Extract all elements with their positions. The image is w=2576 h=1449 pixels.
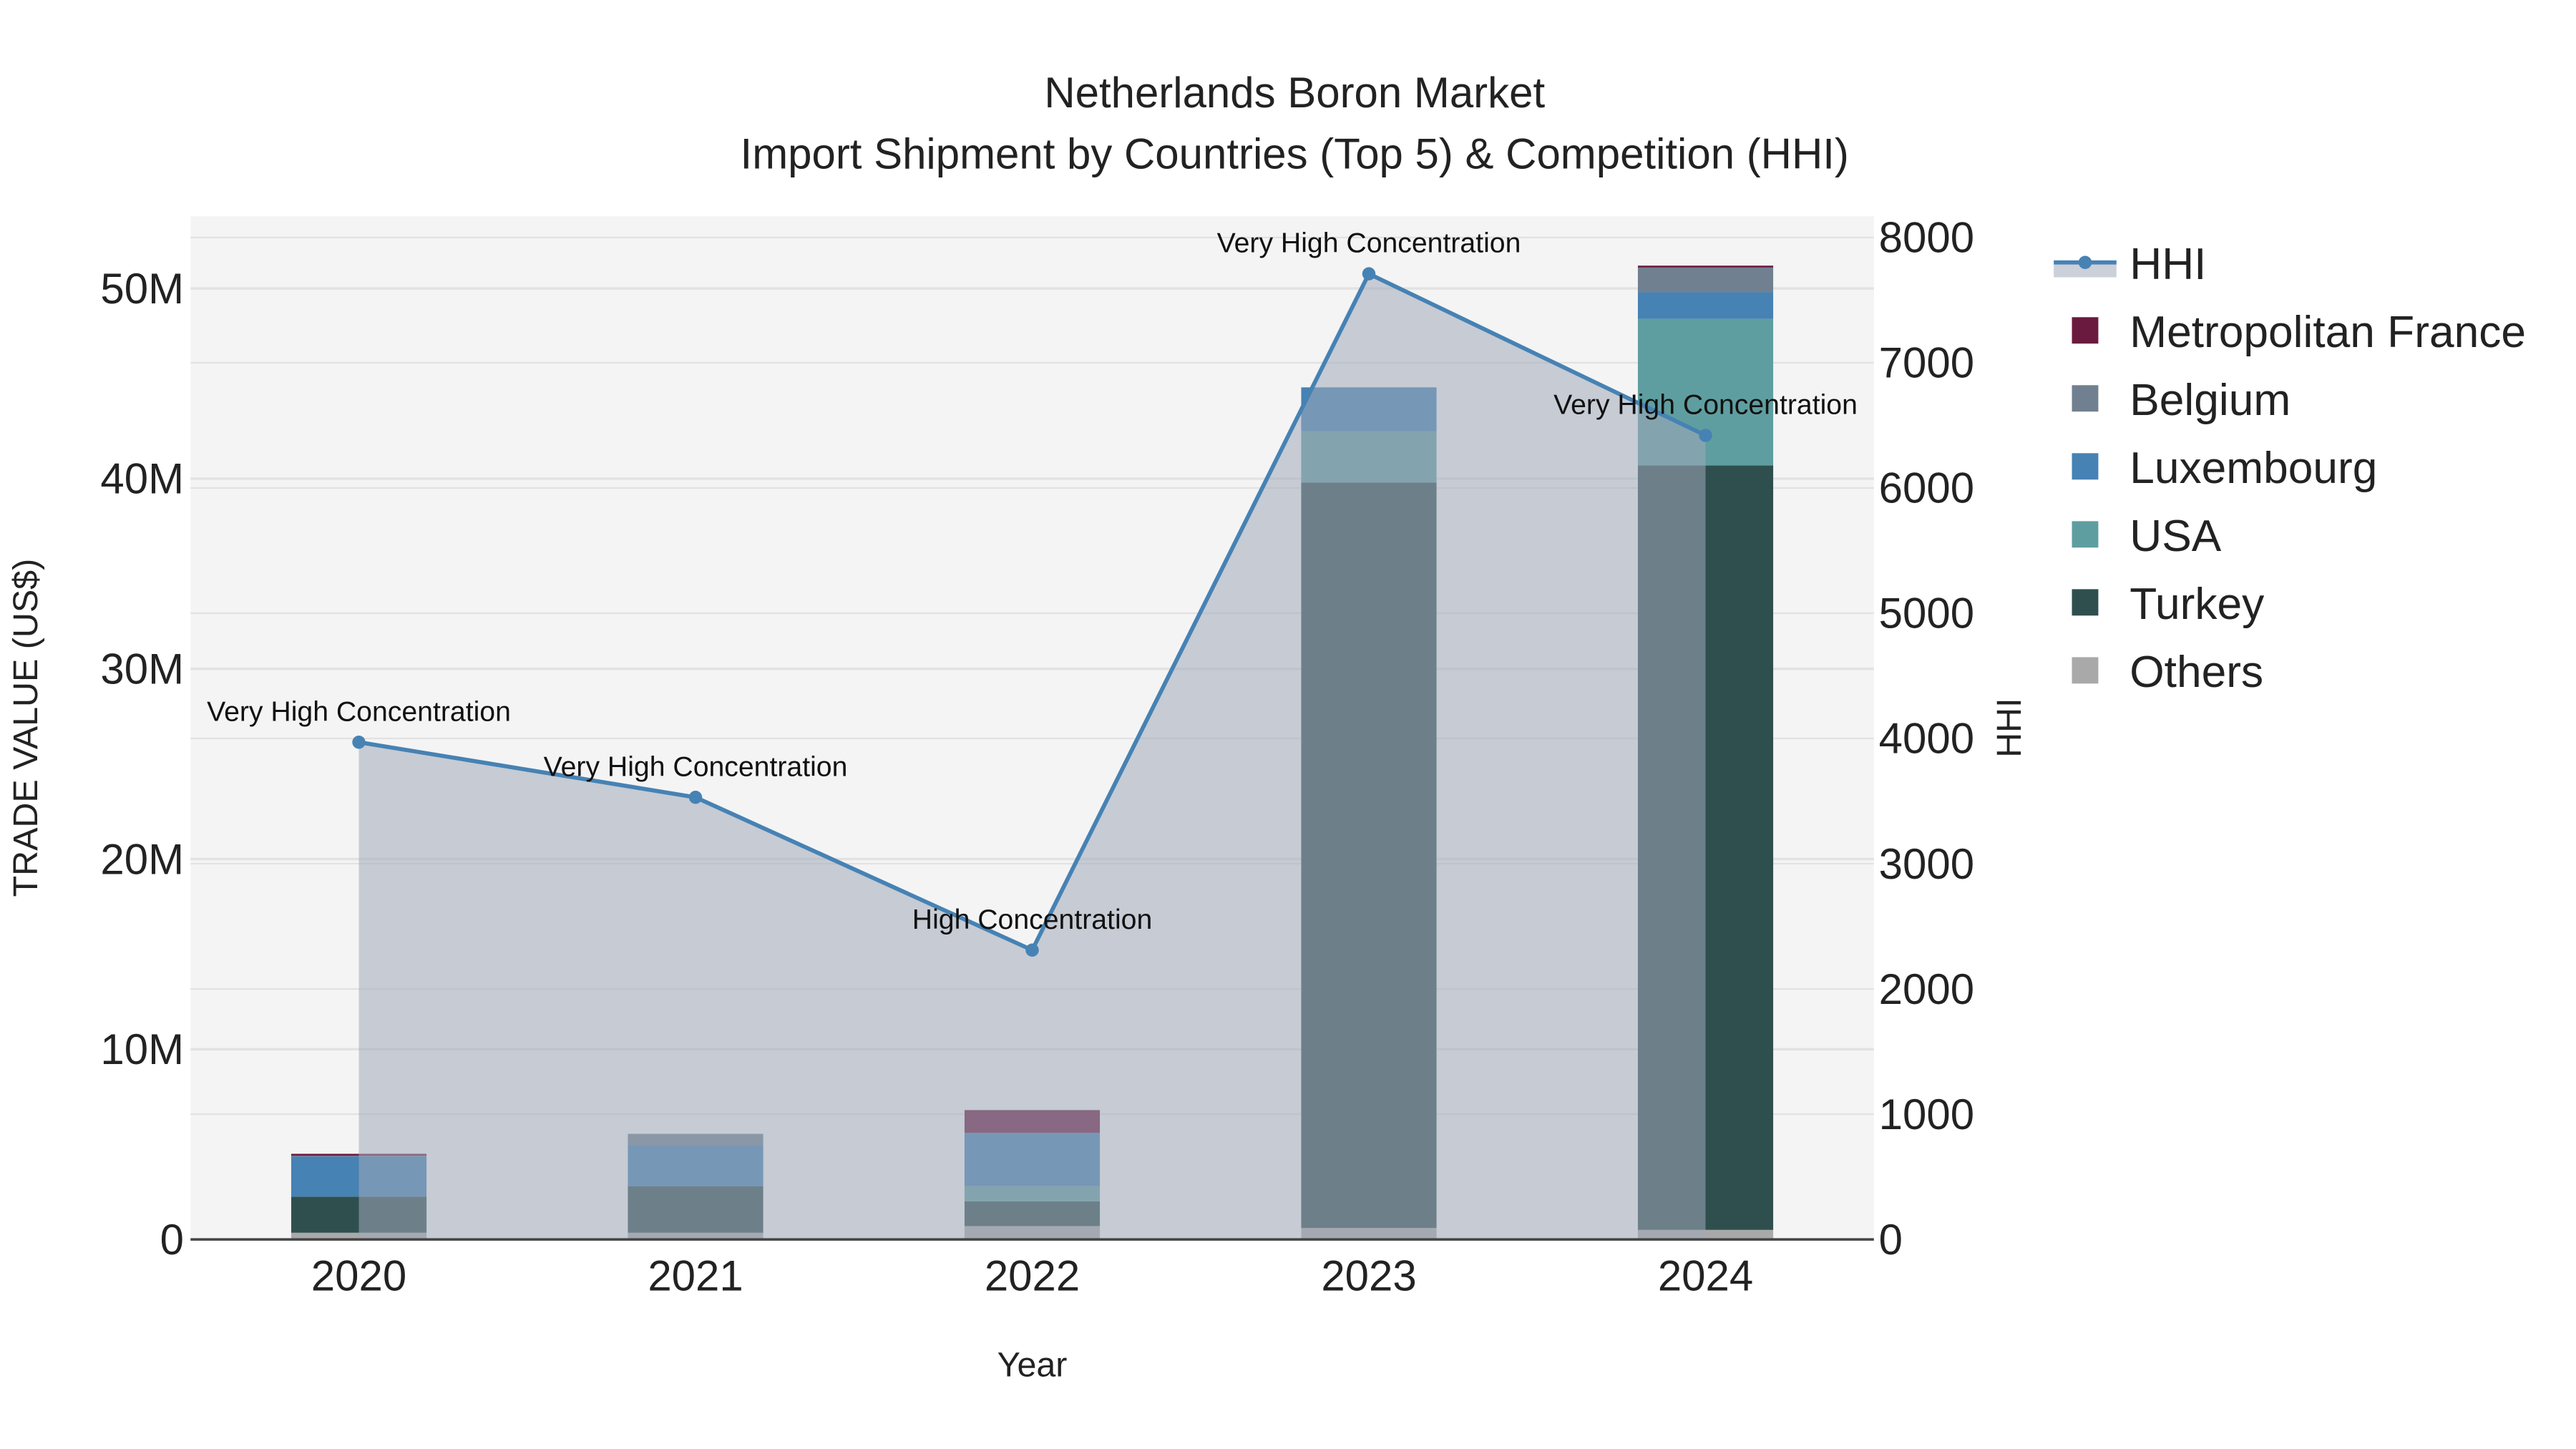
x-tick-label: 2021 — [648, 1252, 743, 1300]
y2-tick-label: 8000 — [1879, 214, 1974, 262]
y2-axis-title: HHI — [1990, 698, 2029, 757]
y-tick-label: 40M — [100, 455, 184, 503]
y2-tick-label: 3000 — [1879, 840, 1974, 888]
legend-label: USA — [2129, 512, 2221, 561]
hhi-annotation-2020: Very High Concentration — [207, 696, 511, 727]
chart-title: Netherlands Boron Market — [1044, 69, 1545, 117]
y-tick-label: 50M — [100, 265, 184, 313]
hhi-point-2023 — [1362, 267, 1376, 280]
hhi-point-2020 — [352, 736, 366, 749]
y-tick-label: 30M — [100, 645, 184, 693]
bar-belgium-2024 — [1637, 267, 1774, 293]
y-tick-label: 10M — [100, 1025, 184, 1073]
y-tick-label: 20M — [100, 835, 184, 883]
hhi-point-2022 — [1025, 943, 1039, 957]
x-tick-label: 2024 — [1658, 1252, 1753, 1300]
legend-label: Metropolitan France — [2129, 308, 2526, 357]
hhi-annotation-2023: Very High Concentration — [1217, 228, 1521, 259]
legend-label: Others — [2129, 648, 2263, 697]
legend-label: Belgium — [2129, 376, 2290, 425]
x-tick-label: 2020 — [311, 1252, 406, 1300]
legend-swatch-usa — [2072, 521, 2099, 548]
hhi-point-2021 — [688, 791, 703, 804]
hhi-point-2024 — [1699, 429, 1712, 442]
y-tick-label: 0 — [160, 1216, 184, 1264]
hhi-annotation-2022: High Concentration — [912, 904, 1152, 935]
y2-tick-label: 6000 — [1879, 464, 1974, 512]
chart-subtitle: Import Shipment by Countries (Top 5) & C… — [741, 130, 1849, 177]
legend-swatch-belgium — [2072, 385, 2099, 412]
y-axis-title: TRADE VALUE (US$) — [6, 559, 45, 897]
legend-swatch-turkey — [2072, 589, 2099, 616]
bar-luxembourg-2024 — [1637, 292, 1774, 319]
y2-tick-label: 1000 — [1879, 1091, 1974, 1138]
legend-label: Luxembourg — [2129, 444, 2377, 493]
legend-label: HHI — [2129, 240, 2206, 289]
x-tick-label: 2022 — [985, 1252, 1080, 1300]
x-axis-title: Year — [997, 1346, 1068, 1385]
y2-tick-label: 7000 — [1879, 339, 1974, 387]
x-tick-label: 2023 — [1321, 1252, 1416, 1300]
hhi-annotation-2021: Very High Concentration — [544, 751, 848, 782]
legend-swatch-others — [2072, 657, 2099, 684]
hhi-annotation-2024: Very High Concentration — [1553, 389, 1858, 420]
y2-tick-label: 5000 — [1879, 590, 1974, 638]
y2-tick-label: 0 — [1879, 1216, 1903, 1264]
bar-metropolitan-france-2024 — [1637, 265, 1774, 268]
y2-tick-label: 4000 — [1879, 715, 1974, 763]
legend-swatch-luxembourg — [2072, 453, 2099, 480]
legend-hhi-marker — [2078, 255, 2092, 269]
legend-label: Turkey — [2129, 580, 2265, 629]
legend-swatch-metropolitan-france — [2072, 317, 2099, 344]
chart: Netherlands Boron Market Import Shipment… — [1, 0, 2575, 1449]
y2-tick-label: 2000 — [1879, 965, 1974, 1013]
